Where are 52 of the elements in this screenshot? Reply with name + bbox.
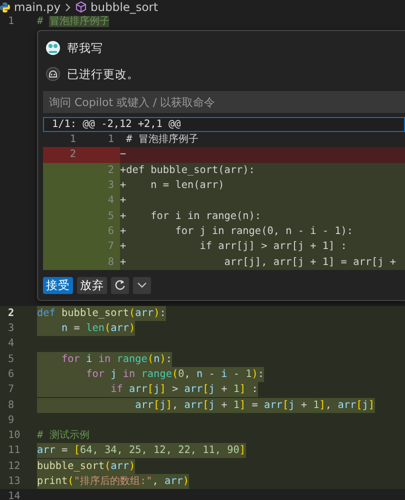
- line-number: 9: [7, 414, 16, 426]
- line-number: 2: [108, 164, 114, 176]
- line-number: 11: [7, 445, 22, 456]
- more-button[interactable]: [133, 276, 151, 294]
- breadcrumb-symbol[interactable]: bubble_sort: [90, 0, 158, 14]
- python-icon: [0, 2, 10, 12]
- response-text: 已进行更改。: [67, 66, 139, 82]
- line-number: 1: [7, 16, 16, 27]
- refresh-icon: [114, 279, 126, 292]
- breadcrumb-file[interactable]: main.py: [14, 0, 60, 14]
- line-number: 6: [7, 369, 16, 380]
- line-number: 6: [108, 226, 114, 237]
- line-number: 10: [7, 430, 22, 442]
- line-number: 5: [7, 354, 16, 365]
- line-number: 3: [7, 323, 16, 334]
- line-number: 14: [7, 491, 22, 500]
- line-number: 3: [108, 180, 114, 192]
- code-line: + for i in range(n):: [120, 210, 262, 224]
- code-line: + n = len(arr): [120, 179, 224, 194]
- accept-button[interactable]: 接受: [43, 276, 73, 294]
- avatar-icon: [46, 41, 60, 55]
- chevron-down-icon: [137, 282, 147, 288]
- line-number: 2: [7, 308, 16, 319]
- line-number: 8: [7, 400, 16, 411]
- code-line: + for j in range(0, n - i - 1):: [120, 224, 354, 239]
- line-number: 4: [7, 338, 16, 350]
- line-number: 2: [70, 149, 76, 160]
- cube-icon: [74, 1, 86, 13]
- line-number: 1: [108, 134, 114, 146]
- copilot-icon: [46, 67, 60, 81]
- code-line: −: [120, 148, 126, 162]
- code-line: + arr[j], arr[j + 1] = arr[j +: [120, 256, 396, 270]
- line-number: 12: [7, 460, 22, 472]
- code-line: # 冒泡排序例子: [37, 14, 110, 29]
- code-line: + if arr[j] > arr[j + 1] :: [120, 240, 347, 254]
- chevron-right-icon: [64, 2, 70, 12]
- diff-header: 1/1: @@ -2,12 +2,1 @@: [43, 117, 405, 132]
- code-line: +def bubble_sort(arr):: [120, 164, 255, 178]
- line-number: 4: [108, 195, 114, 206]
- line-number: 8: [108, 256, 114, 268]
- chat-input-field[interactable]: 询问 Copilot 或键入 / 以获取命令: [43, 91, 405, 113]
- code-line: # 冒泡排序例子: [125, 132, 198, 148]
- line-number: 13: [7, 476, 22, 488]
- regenerate-button[interactable]: [111, 276, 129, 294]
- code-line: +: [120, 194, 126, 208]
- line-number: 7: [7, 384, 16, 396]
- code-line: # 测试示例: [37, 428, 90, 444]
- line-number: 5: [108, 210, 114, 222]
- line-number: 1: [70, 134, 76, 146]
- request-text: 帮我写: [67, 40, 103, 56]
- discard-button[interactable]: 放弃: [77, 276, 107, 294]
- line-number: 7: [108, 241, 114, 252]
